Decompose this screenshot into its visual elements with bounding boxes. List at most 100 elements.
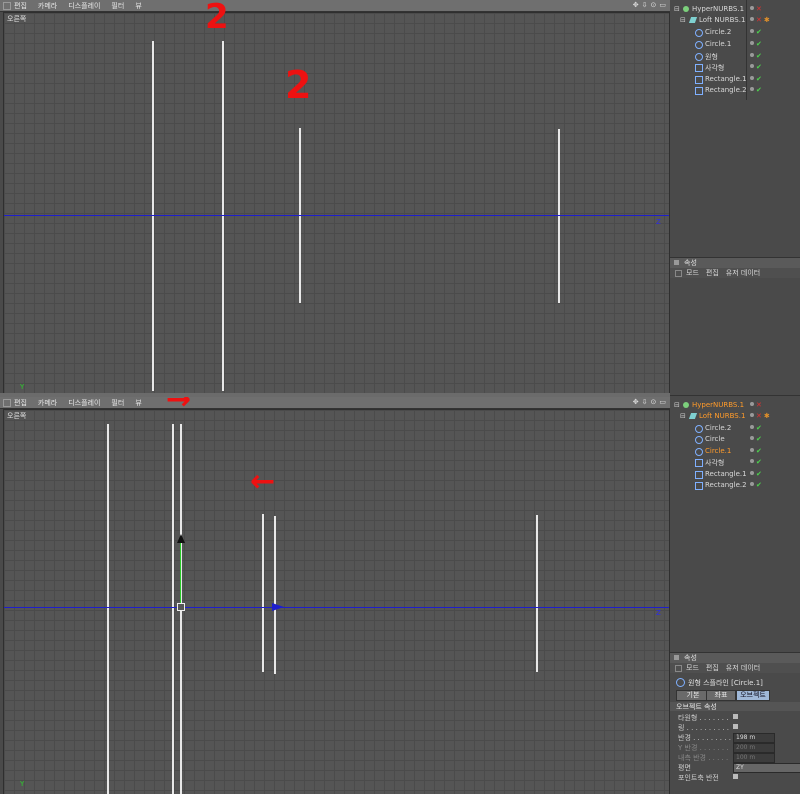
object-flags[interactable]: ✔ — [750, 436, 762, 443]
spline-line[interactable] — [172, 424, 174, 794]
tree-item[interactable]: Circle.1 ✔ — [670, 39, 800, 50]
panel-grip-icon[interactable] — [675, 665, 682, 672]
tab-basic[interactable]: 기본 — [676, 690, 710, 701]
attr-row-plane[interactable]: 평면 ZY — [678, 763, 800, 773]
menu-view[interactable]: 뷰 — [135, 1, 141, 11]
menu-mode[interactable]: 모드 — [686, 663, 699, 673]
tree-item[interactable]: 사각형 ✔ — [670, 62, 800, 73]
menu-edit[interactable]: 편집 — [14, 1, 27, 11]
maximize-view-icon[interactable]: ▭ — [659, 398, 666, 406]
expand-icon[interactable]: ⊟ — [674, 5, 680, 13]
tree-item[interactable]: Circle.1 ✔ — [670, 446, 800, 457]
menu-display[interactable]: 디스플레이 — [68, 1, 100, 11]
z-axis-label: Z — [656, 609, 661, 617]
attr-row-ring[interactable]: 링 . . . . . . . . . . — [678, 723, 800, 733]
top-viewport-pane: 편집 카메라 디스플레이 필터 뷰 ✥ ⇩ ⊙ ▭ 오른쪽 Z Y 2 2 — [0, 0, 670, 395]
object-flags[interactable]: ✔ — [750, 459, 762, 466]
tree-item[interactable]: Rectangle.2 ✔ — [670, 85, 800, 96]
menu-camera[interactable]: 카메라 — [38, 1, 57, 11]
attr-row-radius[interactable]: 반경 . . . . . . . . . 198 m — [678, 733, 800, 743]
zoom-view-icon[interactable]: ⇩ — [642, 398, 648, 406]
expand-icon[interactable]: ⊟ — [680, 16, 686, 24]
object-flags[interactable]: ✔ — [750, 448, 762, 455]
ellipse-checkbox[interactable] — [733, 714, 738, 719]
reverse-points-checkbox[interactable] — [733, 774, 738, 779]
menu-filter[interactable]: 필터 — [111, 398, 124, 408]
tree-item[interactable]: Rectangle.1 ✔ — [670, 469, 800, 480]
spline-line[interactable] — [107, 424, 109, 794]
object-flags[interactable]: ✔ — [750, 64, 762, 71]
object-flags[interactable]: ✔ — [750, 53, 762, 60]
viewport-grip-icon[interactable] — [3, 2, 11, 10]
menu-filter[interactable]: 필터 — [111, 1, 124, 11]
y-radius-field[interactable]: 200 m — [733, 743, 775, 753]
object-flags[interactable]: ✔ — [750, 41, 762, 48]
rotate-view-icon[interactable]: ⊙ — [651, 398, 657, 406]
attr-row-ellipse[interactable]: 타원형 . . . . . . . — [678, 713, 800, 723]
bottom-viewport-canvas[interactable]: 오른쪽 Z Y — [3, 409, 670, 794]
spline-line[interactable] — [222, 41, 224, 391]
radius-field[interactable]: 198 m — [733, 733, 775, 743]
tree-item[interactable]: 원형 ✔ — [670, 51, 800, 62]
object-flags[interactable]: ✕ ✱ — [750, 17, 770, 24]
tree-item[interactable]: Circle ✔ — [670, 434, 800, 445]
move-view-icon[interactable]: ✥ — [633, 1, 639, 9]
tab-object[interactable]: 오브젝트 — [736, 690, 770, 701]
attr-row-inner-radius[interactable]: 내측 반경 . . . . . 100 m — [678, 753, 800, 763]
tree-item[interactable]: 사각형 ✔ — [670, 457, 800, 468]
menu-edit[interactable]: 편집 — [14, 398, 27, 408]
y-axis-arrow-icon[interactable] — [177, 534, 185, 543]
expand-icon[interactable]: ⊟ — [680, 412, 686, 420]
menu-mode[interactable]: 모드 — [686, 268, 699, 278]
object-flags[interactable]: ✔ — [750, 87, 762, 94]
object-flags[interactable]: ✕ — [750, 6, 762, 13]
spline-line[interactable] — [274, 516, 276, 674]
panel-grip-icon[interactable] — [674, 260, 679, 265]
plane-dropdown[interactable]: ZY — [733, 763, 800, 773]
tree-item[interactable]: Circle.2 ✔ — [670, 423, 800, 434]
tree-item[interactable]: Circle.2 ✔ — [670, 27, 800, 38]
tree-item[interactable]: ⊟ HyperNURBS.1 ✕ — [670, 400, 800, 411]
z-axis-arrow-icon[interactable] — [272, 603, 284, 611]
viewport-grip-icon[interactable] — [3, 399, 11, 407]
menu-edit[interactable]: 편집 — [706, 663, 719, 673]
menu-user-data[interactable]: 유저 데이터 — [726, 663, 760, 673]
menu-display[interactable]: 디스플레이 — [68, 398, 100, 408]
tree-item[interactable]: ⊟ Loft NURBS.1 ✕ ✱ — [670, 411, 800, 422]
menu-edit[interactable]: 편집 — [706, 268, 719, 278]
tree-item[interactable]: Rectangle.1 ✔ — [670, 74, 800, 85]
maximize-view-icon[interactable]: ▭ — [659, 1, 666, 9]
inner-radius-field[interactable]: 100 m — [733, 753, 775, 763]
object-flags[interactable]: ✕ — [750, 402, 762, 409]
top-viewport-canvas[interactable]: 오른쪽 Z Y — [3, 12, 670, 395]
menu-user-data[interactable]: 유저 데이터 — [726, 268, 760, 278]
tree-item[interactable]: ⊟ HyperNURBS.1 ✕ — [670, 4, 800, 15]
attr-row-y-radius[interactable]: Y 반경 . . . . . . . 200 m — [678, 743, 800, 753]
spline-line[interactable] — [152, 41, 154, 391]
object-flags[interactable]: ✔ — [750, 482, 762, 489]
object-flags[interactable]: ✔ — [750, 76, 762, 83]
panel-grip-icon[interactable] — [674, 655, 679, 660]
rotate-view-icon[interactable]: ⊙ — [651, 1, 657, 9]
object-flags[interactable]: ✕ ✱ — [750, 413, 770, 420]
gizmo-center-icon[interactable] — [177, 603, 185, 611]
zoom-view-icon[interactable]: ⇩ — [642, 1, 648, 9]
attr-label: 반경 . . . . . . . . . — [678, 734, 731, 742]
object-flags[interactable]: ✔ — [750, 425, 762, 432]
spline-line[interactable] — [536, 515, 538, 672]
y-axis-handle[interactable] — [180, 538, 181, 606]
move-view-icon[interactable]: ✥ — [633, 398, 639, 406]
object-flags[interactable]: ✔ — [750, 29, 762, 36]
menu-view[interactable]: 뷰 — [135, 398, 141, 408]
ring-checkbox[interactable] — [733, 724, 738, 729]
spline-line[interactable] — [262, 514, 264, 672]
menu-camera[interactable]: 카메라 — [38, 398, 57, 408]
panel-grip-icon[interactable] — [675, 270, 682, 277]
tab-coordinates[interactable]: 좌표 — [706, 690, 736, 701]
tree-item[interactable]: Rectangle.2 ✔ — [670, 480, 800, 491]
expand-icon[interactable]: ⊟ — [674, 401, 680, 409]
tree-item[interactable]: ⊟ Loft NURBS.1 ✕ ✱ — [670, 15, 800, 26]
object-flags[interactable]: ✔ — [750, 471, 762, 478]
attr-row-reverse-points[interactable]: 포인트축 반전 — [678, 773, 800, 783]
spline-line[interactable] — [558, 129, 560, 303]
